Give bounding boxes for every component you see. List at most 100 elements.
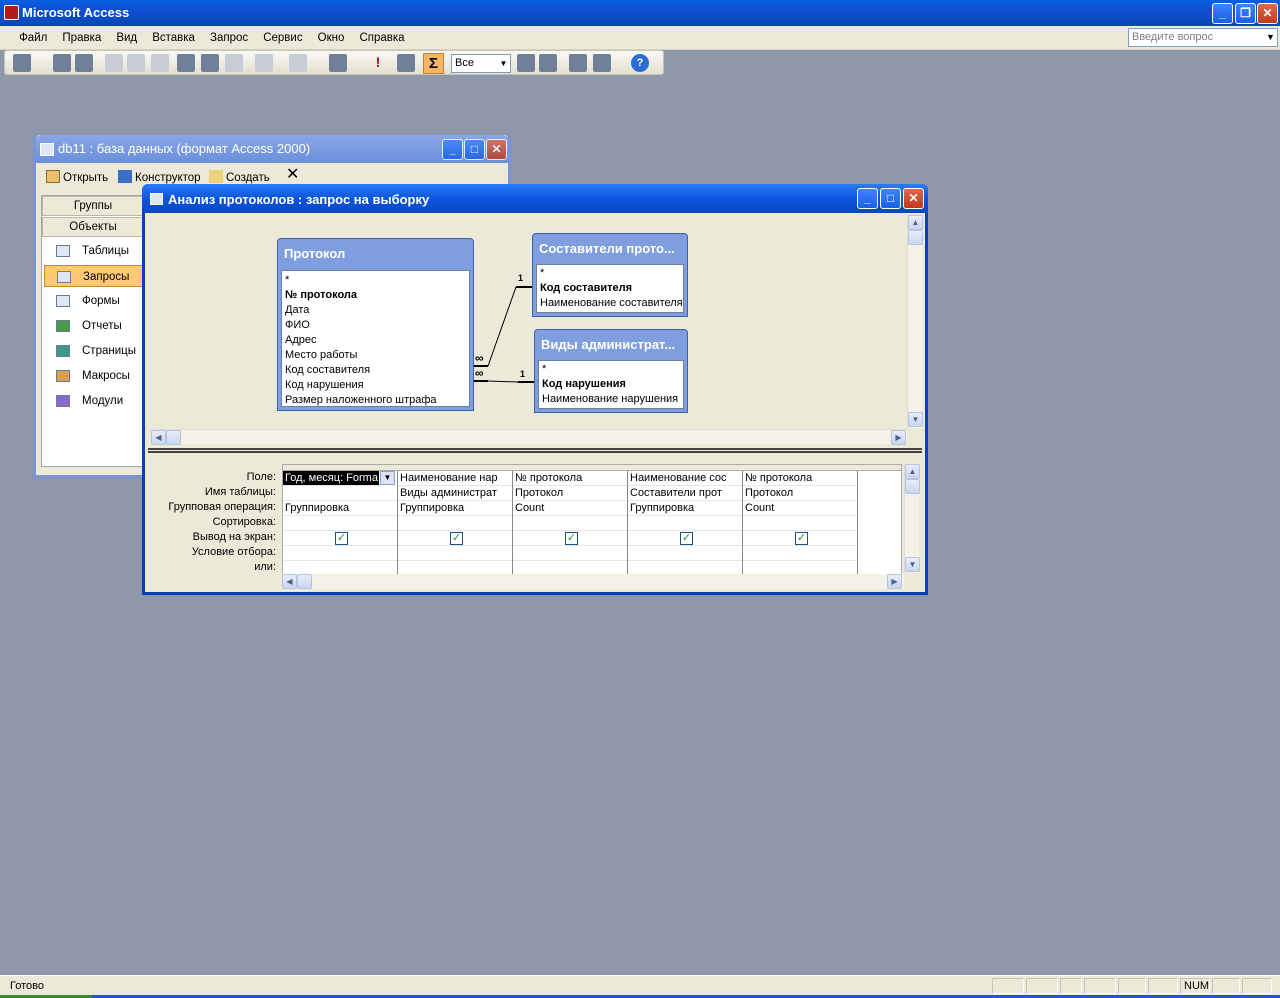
scroll-left-icon[interactable]: ◀ bbox=[151, 430, 166, 445]
grid-cell-total[interactable]: Группировка bbox=[398, 501, 512, 516]
grid-cell-total[interactable]: Группировка bbox=[628, 501, 742, 516]
grid-cell-sort[interactable] bbox=[628, 516, 742, 531]
grid-cell-field[interactable]: № протокола bbox=[513, 471, 627, 486]
field-item[interactable]: Адрес bbox=[282, 333, 469, 348]
grid-cell-table[interactable]: Протокол bbox=[513, 486, 627, 501]
grid-cell-table[interactable]: Протокол bbox=[743, 486, 857, 501]
menu-window[interactable]: Окно bbox=[312, 26, 351, 50]
menu-view[interactable]: Вид bbox=[110, 26, 143, 50]
grid-horizontal-scrollbar[interactable]: ◀ ▶ bbox=[282, 574, 904, 589]
save-icon[interactable] bbox=[53, 54, 71, 72]
pane-splitter[interactable] bbox=[148, 448, 922, 453]
copy-icon[interactable] bbox=[201, 54, 219, 72]
grid-cell-total[interactable]: Группировка bbox=[283, 501, 397, 516]
groups-header[interactable]: Группы bbox=[42, 196, 144, 216]
objects-header[interactable]: Объекты bbox=[42, 217, 144, 237]
vertical-scrollbar[interactable]: ▲ ▼ bbox=[907, 215, 923, 428]
scroll-thumb[interactable] bbox=[905, 479, 920, 494]
grid-cell-total[interactable]: Count bbox=[743, 501, 857, 516]
scroll-up-icon[interactable]: ▲ bbox=[905, 464, 920, 479]
chevron-down-icon[interactable]: ▼ bbox=[380, 471, 395, 485]
query-type-icon[interactable] bbox=[329, 54, 347, 72]
grid-cell-table[interactable]: Составители прот bbox=[628, 486, 742, 501]
menu-insert[interactable]: Вставка bbox=[146, 26, 201, 50]
grid-cell-field[interactable]: Год, месяц: Forma bbox=[283, 471, 379, 486]
menu-file[interactable]: Файл bbox=[13, 26, 53, 50]
minimize-icon[interactable]: _ bbox=[857, 188, 878, 209]
redo-icon[interactable] bbox=[289, 54, 307, 72]
build-icon[interactable] bbox=[539, 54, 557, 72]
show-checkbox[interactable]: ✓ bbox=[795, 532, 808, 545]
menu-help[interactable]: Справка bbox=[353, 26, 410, 50]
open-button[interactable]: Открыть bbox=[63, 170, 108, 186]
grid-cell-total[interactable]: Count bbox=[513, 501, 627, 516]
grid-column[interactable]: Наименование сос Составители прот Группи… bbox=[628, 471, 743, 580]
sidebar-item-macros[interactable]: Макросы bbox=[44, 365, 144, 387]
scroll-left-icon[interactable]: ◀ bbox=[282, 574, 297, 589]
paste-icon[interactable] bbox=[225, 54, 243, 72]
sidebar-item-modules[interactable]: Модули bbox=[44, 390, 144, 412]
field-item[interactable]: * bbox=[537, 266, 683, 281]
grid-cell-table[interactable] bbox=[283, 486, 397, 501]
grid-column[interactable]: № протокола Протокол Count ✓ bbox=[743, 471, 858, 580]
show-checkbox[interactable]: ✓ bbox=[450, 532, 463, 545]
grid-cell-criteria[interactable] bbox=[628, 546, 742, 561]
grid-cell-field[interactable]: Наименование сос bbox=[628, 471, 742, 486]
run-icon[interactable]: ! bbox=[369, 54, 387, 72]
sidebar-item-reports[interactable]: Отчеты bbox=[44, 315, 144, 337]
totals-button[interactable]: Σ bbox=[423, 53, 444, 74]
new-object-icon[interactable] bbox=[593, 54, 611, 72]
menu-edit[interactable]: Правка bbox=[56, 26, 107, 50]
show-table-icon[interactable] bbox=[397, 54, 415, 72]
field-item[interactable]: Место работы bbox=[282, 348, 469, 363]
chevron-down-icon[interactable]: ▼ bbox=[1264, 29, 1277, 46]
grid-column[interactable]: Год, месяц: Forma ▼ Группировка ✓ bbox=[283, 471, 398, 580]
menu-tools[interactable]: Сервис bbox=[257, 26, 308, 50]
table-violation-types[interactable]: Виды администрат... * Код нарушения Наим… bbox=[534, 329, 688, 413]
grid-cell-criteria[interactable] bbox=[283, 546, 397, 561]
undo-icon[interactable] bbox=[255, 54, 273, 72]
scroll-up-icon[interactable]: ▲ bbox=[908, 215, 923, 230]
grid-cell-field[interactable]: Наименование нар bbox=[398, 471, 512, 486]
grid-cell-field[interactable]: № протокола bbox=[743, 471, 857, 486]
database-window-icon[interactable] bbox=[569, 54, 587, 72]
field-item[interactable]: Наименование нарушения bbox=[539, 392, 683, 407]
menu-query[interactable]: Запрос bbox=[204, 26, 254, 50]
sidebar-item-queries[interactable]: Запросы bbox=[44, 265, 144, 287]
delete-icon[interactable]: ✕ bbox=[286, 167, 299, 183]
grid-cell-sort[interactable] bbox=[743, 516, 857, 531]
close-icon[interactable]: ✕ bbox=[1257, 3, 1278, 24]
field-item[interactable]: Наименование составителя bbox=[537, 296, 683, 311]
scroll-thumb[interactable] bbox=[166, 430, 181, 445]
maximize-icon[interactable]: □ bbox=[880, 188, 901, 209]
scroll-right-icon[interactable]: ▶ bbox=[887, 574, 902, 589]
minimize-icon[interactable]: _ bbox=[442, 139, 463, 160]
close-icon[interactable]: ✕ bbox=[903, 188, 924, 209]
sidebar-item-forms[interactable]: Формы bbox=[44, 290, 144, 312]
close-icon[interactable]: ✕ bbox=[486, 139, 507, 160]
table-protocol[interactable]: Протокол * № протокола Дата ФИО Адрес Ме… bbox=[277, 238, 474, 411]
cut-icon[interactable] bbox=[177, 54, 195, 72]
ask-question-input[interactable]: Введите вопрос bbox=[1128, 28, 1278, 47]
field-item[interactable]: * bbox=[539, 362, 683, 377]
table-compilers[interactable]: Составители прото... * Код составителя Н… bbox=[532, 233, 688, 317]
field-item[interactable]: Дата bbox=[282, 303, 469, 318]
scroll-down-icon[interactable]: ▼ bbox=[905, 557, 920, 572]
field-item[interactable]: ФИО bbox=[282, 318, 469, 333]
restore-icon[interactable]: ❐ bbox=[1235, 3, 1256, 24]
spelling-icon[interactable] bbox=[151, 54, 169, 72]
grid-cell-table[interactable]: Виды администрат bbox=[398, 486, 512, 501]
field-item[interactable]: Код составителя bbox=[537, 281, 683, 296]
show-checkbox[interactable]: ✓ bbox=[335, 532, 348, 545]
field-item[interactable]: Размер наложенного штрафа bbox=[282, 393, 469, 408]
field-item[interactable]: Код нарушения bbox=[282, 378, 469, 393]
grid-column[interactable] bbox=[858, 471, 901, 580]
scroll-thumb[interactable] bbox=[297, 574, 312, 589]
field-item[interactable]: * bbox=[282, 273, 469, 288]
sidebar-item-tables[interactable]: Таблицы bbox=[44, 240, 144, 262]
grid-cell-criteria[interactable] bbox=[398, 546, 512, 561]
horizontal-scrollbar[interactable]: ◀ ▶ bbox=[151, 429, 907, 445]
print-icon[interactable] bbox=[105, 54, 123, 72]
print-preview-icon[interactable] bbox=[127, 54, 145, 72]
properties-icon[interactable] bbox=[517, 54, 535, 72]
